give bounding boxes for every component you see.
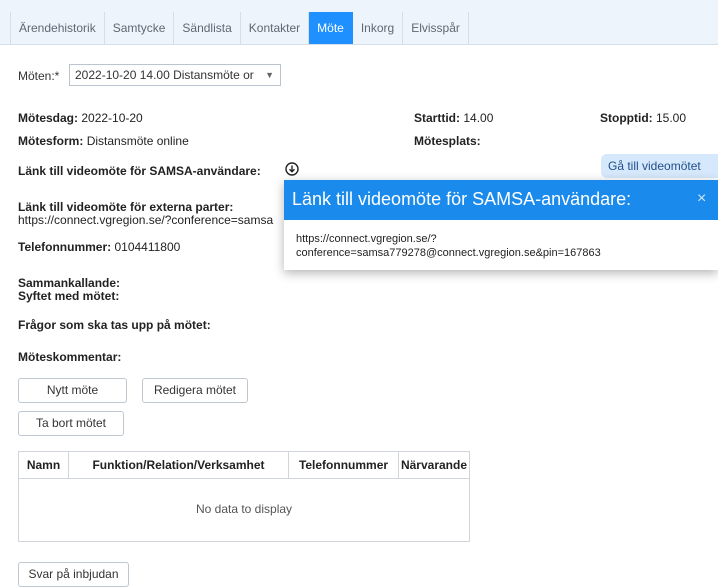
starttid-label: Starttid: bbox=[414, 111, 460, 125]
motesform-value: Distansmöte online bbox=[86, 134, 189, 148]
sammankallande-label: Sammankallande: bbox=[18, 276, 121, 290]
close-icon[interactable]: × bbox=[697, 190, 706, 208]
edit-meeting-button[interactable]: Redigera mötet bbox=[142, 378, 248, 403]
tab-elvisspar[interactable]: Elvisspår bbox=[403, 12, 469, 44]
motesdag-label: Mötesdag: bbox=[18, 111, 78, 125]
stopptid-row: Stopptid: 15.00 bbox=[600, 111, 686, 125]
popup-title: Länk till videomöte för SAMSA-användare: bbox=[292, 189, 632, 209]
meeting-select-value: 2022-10-20 14.00 Distansmöte or bbox=[75, 68, 254, 82]
video-link-popup: Länk till videomöte för SAMSA-användare:… bbox=[284, 180, 718, 270]
tab-inkorg[interactable]: Inkorg bbox=[353, 12, 404, 44]
reply-invitation-button[interactable]: Svar på inbjudan bbox=[18, 562, 129, 587]
column-header-namn[interactable]: Namn bbox=[19, 452, 69, 478]
lank-samsa-label: Länk till videomöte för SAMSA-användare: bbox=[18, 164, 261, 178]
meeting-select[interactable]: 2022-10-20 14.00 Distansmöte or ▼ bbox=[69, 64, 281, 86]
column-header-funktion[interactable]: Funktion/Relation/Verksamhet bbox=[69, 452, 289, 478]
popup-link-line-1[interactable]: https://connect.vgregion.se/? bbox=[296, 232, 601, 246]
telefon-label: Telefonnummer: bbox=[18, 240, 112, 254]
fragor-label: Frågor som ska tas upp på mötet: bbox=[18, 318, 211, 332]
participants-table: Namn Funktion/Relation/Verksamhet Telefo… bbox=[18, 451, 470, 542]
starttid-value: 14.00 bbox=[463, 111, 494, 125]
popup-link-line-2[interactable]: conference=samsa779278@connect.vgregion.… bbox=[296, 246, 601, 260]
tab-samtycke[interactable]: Samtycke bbox=[105, 12, 175, 44]
motesform-row: Mötesform: Distansmöte online bbox=[18, 134, 189, 148]
tab-arendehistorik[interactable]: Ärendehistorik bbox=[10, 12, 105, 44]
delete-meeting-button[interactable]: Ta bort mötet bbox=[18, 411, 124, 436]
tab-kontakter[interactable]: Kontakter bbox=[241, 12, 310, 44]
popup-header: Länk till videomöte för SAMSA-användare:… bbox=[284, 180, 718, 220]
telefon-value: 0104411800 bbox=[114, 240, 181, 254]
motesdag-row: Mötesdag: 2022-10-20 bbox=[18, 111, 143, 125]
download-circle-icon[interactable] bbox=[285, 162, 299, 176]
new-meeting-button[interactable]: Nytt möte bbox=[18, 378, 127, 403]
motesform-label: Mötesform: bbox=[18, 134, 84, 148]
syfte-label: Syftet med mötet: bbox=[18, 289, 120, 303]
starttid-row: Starttid: 14.00 bbox=[414, 111, 493, 125]
motesplats-label: Mötesplats: bbox=[414, 134, 481, 148]
stopptid-value: 15.00 bbox=[656, 111, 687, 125]
meeting-select-label: Möten:* bbox=[18, 69, 60, 83]
chevron-down-icon: ▼ bbox=[265, 70, 274, 80]
stopptid-label: Stopptid: bbox=[600, 111, 653, 125]
table-header: Namn Funktion/Relation/Verksamhet Telefo… bbox=[19, 452, 469, 479]
tab-sandlista[interactable]: Sändlista bbox=[174, 12, 241, 44]
goto-video-button[interactable]: Gå till videomötet bbox=[601, 154, 718, 178]
lank-extern-label: Länk till videomöte för externa parter: bbox=[18, 200, 234, 214]
tabs: Ärendehistorik Samtycke Sändlista Kontak… bbox=[10, 12, 469, 44]
kommentar-label: Möteskommentar: bbox=[18, 350, 122, 364]
tab-mote[interactable]: Möte bbox=[309, 12, 353, 44]
lank-extern-value[interactable]: https://connect.vgregion.se/?conference=… bbox=[18, 213, 273, 227]
column-header-narvarande[interactable]: Närvarande bbox=[399, 452, 469, 478]
column-header-telefonnummer[interactable]: Telefonnummer bbox=[289, 452, 399, 478]
tab-bar: Ärendehistorik Samtycke Sändlista Kontak… bbox=[0, 0, 718, 45]
table-empty-message: No data to display bbox=[195, 502, 293, 516]
motesdag-value: 2022-10-20 bbox=[81, 111, 143, 125]
telefon-row: Telefonnummer: 0104411800 bbox=[18, 240, 180, 254]
popup-body: https://connect.vgregion.se/? conference… bbox=[296, 232, 601, 260]
